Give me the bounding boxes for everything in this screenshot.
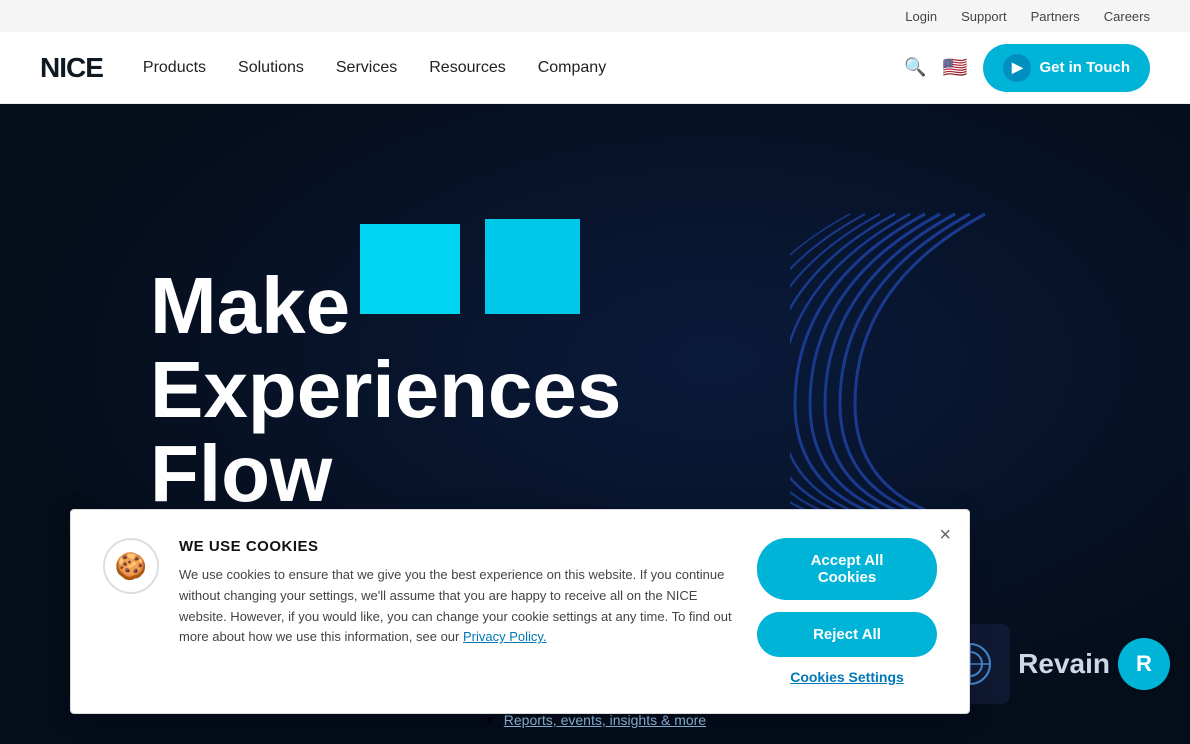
- nav-services[interactable]: Services: [336, 59, 397, 77]
- hero-section: Make Experiences Flow Build relationship…: [0, 104, 1190, 744]
- support-link[interactable]: Support: [961, 9, 1007, 24]
- hero-title-line3: Flow: [150, 432, 621, 516]
- cookie-actions: Accept All Cookies Reject All Cookies Se…: [757, 538, 937, 685]
- careers-link[interactable]: Careers: [1104, 9, 1150, 24]
- logo[interactable]: NICE: [40, 52, 103, 84]
- nav-company[interactable]: Company: [538, 59, 606, 77]
- revain-logo-circle: R: [1118, 638, 1170, 690]
- cookies-settings-button[interactable]: Cookies Settings: [790, 669, 904, 685]
- hero-title-line1: Make: [150, 264, 621, 348]
- partners-link[interactable]: Partners: [1031, 9, 1080, 24]
- privacy-policy-link[interactable]: Privacy Policy.: [463, 629, 547, 644]
- get-in-touch-button[interactable]: ▶ Get in Touch: [983, 44, 1150, 92]
- cookie-close-button[interactable]: ×: [939, 524, 951, 547]
- revain-text: Revain: [1018, 648, 1110, 680]
- nav-products[interactable]: Products: [143, 59, 206, 77]
- nav-solutions[interactable]: Solutions: [238, 59, 304, 77]
- main-nav: NICE Products Solutions Services Resourc…: [0, 32, 1190, 104]
- cookie-banner: 🍪 WE USE COOKIES We use cookies to ensur…: [70, 509, 970, 714]
- accept-all-cookies-button[interactable]: Accept All Cookies: [757, 538, 937, 600]
- reject-all-button[interactable]: Reject All: [757, 612, 937, 657]
- cookie-title: WE USE COOKIES: [179, 538, 737, 555]
- cookie-body-text: We use cookies to ensure that we give yo…: [179, 567, 732, 644]
- cookie-content: WE USE COOKIES We use cookies to ensure …: [179, 538, 737, 648]
- arrow-icon: ▶: [1003, 54, 1031, 82]
- cta-label: Get in Touch: [1039, 59, 1130, 76]
- nav-links: Products Solutions Services Resources Co…: [143, 59, 904, 77]
- flag-icon[interactable]: 🇺🇸: [943, 55, 968, 80]
- cookie-icon: 🍪: [103, 538, 159, 594]
- bottom-bar-link[interactable]: Reports, events, insights & more: [504, 712, 706, 728]
- chevron-down-icon: ▼: [484, 713, 496, 727]
- cookie-body: We use cookies to ensure that we give yo…: [179, 565, 737, 648]
- nav-resources[interactable]: Resources: [429, 59, 505, 77]
- nav-right: 🔍 🇺🇸 ▶ Get in Touch: [904, 44, 1150, 92]
- search-icon[interactable]: 🔍: [904, 57, 926, 78]
- hero-title-line2: Experiences: [150, 348, 621, 432]
- hero-title: Make Experiences Flow: [150, 264, 621, 516]
- top-bar: Login Support Partners Careers: [0, 0, 1190, 32]
- curved-lines-graphic: [790, 204, 990, 524]
- login-link[interactable]: Login: [905, 9, 937, 24]
